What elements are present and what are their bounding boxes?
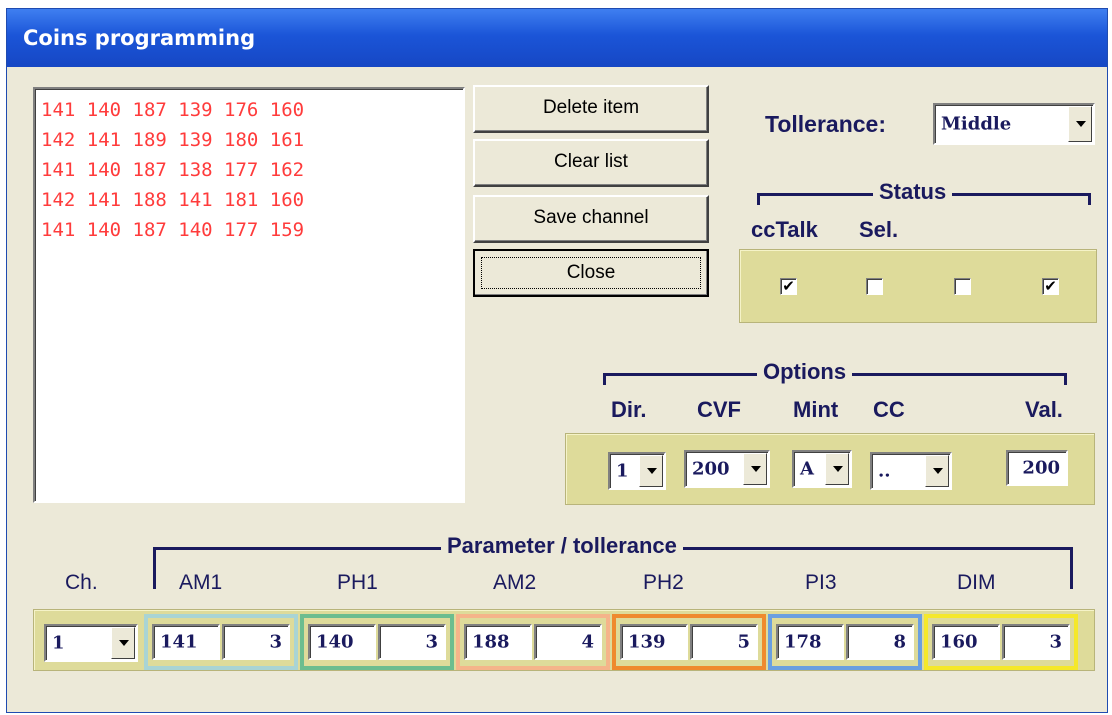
dim-tolerance: 3 (1049, 631, 1062, 653)
status-checkbox-3[interactable] (954, 278, 971, 295)
pi3-value: 178 (784, 631, 822, 653)
am2-tolerance: 4 (581, 631, 594, 653)
delete-item-button[interactable]: Delete item (473, 85, 709, 133)
cc-select[interactable]: .. (870, 452, 952, 490)
coins-programming-window: Coins programming 141 140 187 139 176 16… (6, 8, 1108, 713)
cc-label: CC (873, 397, 905, 422)
ph1-label: PH1 (337, 571, 378, 594)
pi3-value-input[interactable]: 178 (776, 624, 844, 660)
am1-value-input[interactable]: 141 (152, 624, 220, 660)
window-title: Coins programming (7, 9, 1107, 67)
val-value: 200 (1022, 457, 1060, 479)
tolerance-select[interactable]: Middle (933, 103, 1095, 145)
chevron-down-icon[interactable] (639, 455, 663, 487)
cvf-value: 200 (692, 458, 730, 480)
dim-tolerance-input[interactable]: 3 (1002, 624, 1070, 660)
close-button-label: Close (481, 257, 701, 289)
dim-label: DIM (957, 571, 996, 594)
am1-tolerance: 3 (269, 631, 282, 653)
cvf-select[interactable]: 200 (684, 450, 770, 488)
pi3-group: 178 8 (768, 614, 922, 670)
ph2-label: PH2 (643, 571, 684, 594)
save-channel-button[interactable]: Save channel (473, 195, 709, 243)
ph2-value: 139 (628, 631, 666, 653)
am2-group: 188 4 (456, 614, 610, 670)
status-checkbox-2[interactable] (866, 278, 883, 295)
options-title: Options (757, 359, 853, 385)
ph2-value-input[interactable]: 139 (620, 624, 688, 660)
ph1-value: 140 (316, 631, 354, 653)
chevron-down-icon[interactable] (925, 455, 949, 487)
pi3-tolerance: 8 (893, 631, 906, 653)
list-item[interactable]: 141 140 187 139 176 160 (41, 95, 463, 125)
pi3-label: PI3 (805, 571, 837, 594)
options-panel: 1 200 A .. 200 (565, 433, 1095, 505)
list-item[interactable]: 141 140 187 138 177 162 (41, 155, 463, 185)
dim-value: 160 (940, 631, 978, 653)
dir-select[interactable]: 1 (608, 452, 666, 490)
chevron-down-icon[interactable] (825, 453, 849, 485)
dir-value: 1 (616, 460, 629, 482)
status-title: Status (873, 179, 953, 205)
list-item[interactable]: 142 141 188 141 181 160 (41, 185, 463, 215)
chevron-down-icon[interactable] (111, 627, 135, 659)
cctalk-label: ccTalk (751, 217, 818, 242)
mint-value: A (800, 458, 814, 480)
pi3-tolerance-input[interactable]: 8 (846, 624, 914, 660)
channel-select[interactable]: 1 (44, 624, 138, 662)
readings-listbox[interactable]: 141 140 187 139 176 160 142 141 189 139 … (33, 87, 465, 503)
chevron-down-icon[interactable] (743, 453, 767, 485)
ph1-value-input[interactable]: 140 (308, 624, 376, 660)
ch-label: Ch. (65, 571, 98, 594)
am2-label: AM2 (493, 571, 537, 594)
cc-value: .. (878, 460, 891, 482)
chevron-down-icon[interactable] (1068, 106, 1092, 142)
params-panel: 1 141 3 140 3 188 4 139 5 178 8 160 3 (33, 609, 1095, 671)
am2-tolerance-input[interactable]: 4 (534, 624, 602, 660)
ph2-tolerance-input[interactable]: 5 (690, 624, 758, 660)
params-title: Parameter / tollerance (441, 533, 683, 559)
cvf-label: CVF (697, 397, 741, 422)
sel-label: Sel. (859, 217, 899, 242)
am1-group: 141 3 (144, 614, 298, 670)
list-item[interactable]: 141 140 187 140 177 159 (41, 215, 463, 245)
status-checkbox-1[interactable]: ✔ (780, 278, 797, 295)
val-input[interactable]: 200 (1006, 450, 1068, 486)
ph1-tolerance-input[interactable]: 3 (378, 624, 446, 660)
tolerance-value: Middle (941, 113, 1012, 135)
am1-tolerance-input[interactable]: 3 (222, 624, 290, 660)
ph2-tolerance: 5 (737, 631, 750, 653)
close-button[interactable]: Close (473, 249, 709, 297)
channel-value: 1 (52, 632, 65, 654)
status-checkbox-4[interactable]: ✔ (1042, 278, 1059, 295)
list-item[interactable]: 142 141 189 139 180 161 (41, 125, 463, 155)
check-icon: ✔ (782, 277, 795, 295)
mint-select[interactable]: A (792, 450, 852, 488)
clear-list-button[interactable]: Clear list (473, 139, 709, 187)
am1-label: AM1 (179, 571, 223, 594)
dir-label: Dir. (611, 397, 647, 422)
mint-label: Mint (793, 397, 839, 422)
val-label: Val. (1025, 397, 1063, 422)
am2-value: 188 (472, 631, 510, 653)
check-icon: ✔ (1044, 277, 1057, 295)
dim-value-input[interactable]: 160 (932, 624, 1000, 660)
ph2-group: 139 5 (612, 614, 766, 670)
am1-value: 141 (160, 631, 198, 653)
status-panel: ✔ ✔ (739, 249, 1097, 323)
ph1-tolerance: 3 (425, 631, 438, 653)
dim-group: 160 3 (924, 614, 1078, 670)
ph1-group: 140 3 (300, 614, 454, 670)
am2-value-input[interactable]: 188 (464, 624, 532, 660)
tolerance-label: Tollerance: (765, 111, 886, 137)
